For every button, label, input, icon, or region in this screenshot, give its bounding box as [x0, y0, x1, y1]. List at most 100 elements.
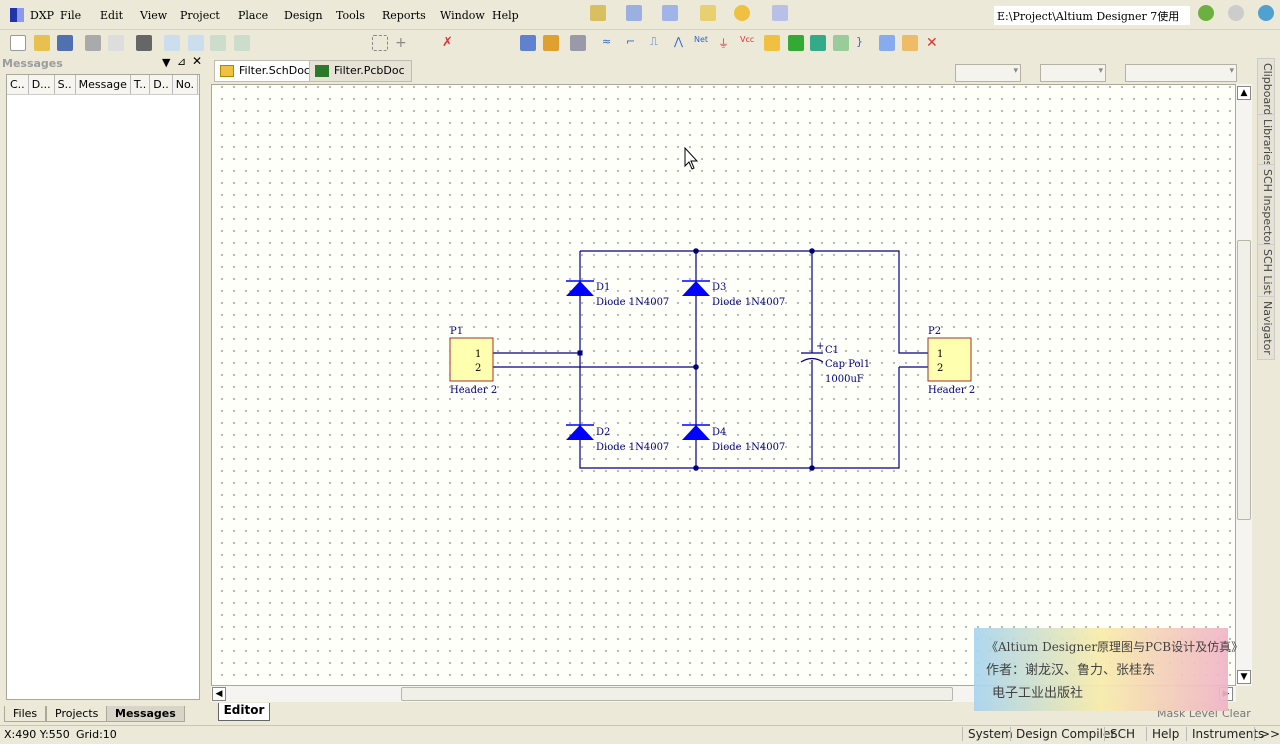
- netlabel-icon[interactable]: Net: [694, 35, 710, 51]
- close-icon[interactable]: ✕: [192, 54, 202, 68]
- menu-reports[interactable]: Reports: [382, 9, 426, 22]
- panel-menu-icon[interactable]: ▼: [162, 56, 170, 69]
- tab-libraries[interactable]: Libraries: [1257, 114, 1275, 172]
- diode-d1[interactable]: [566, 280, 594, 296]
- sheet-entry-icon[interactable]: [810, 35, 826, 51]
- part-icon[interactable]: [764, 35, 780, 51]
- header-p1[interactable]: [449, 337, 494, 382]
- status-sch[interactable]: SCH: [1104, 727, 1140, 741]
- tab-navigator[interactable]: Navigator: [1257, 296, 1275, 360]
- port-icon[interactable]: [734, 5, 750, 21]
- tab-editor[interactable]: Editor: [218, 703, 270, 721]
- browse-icon[interactable]: [570, 35, 586, 51]
- tab-filter-schdoc[interactable]: Filter.SchDoc: [214, 60, 317, 82]
- column-time[interactable]: T..: [131, 75, 151, 94]
- menu-edit[interactable]: Edit: [100, 9, 123, 22]
- diode-d2[interactable]: [566, 424, 594, 440]
- watermark-publisher: 电子工业出版社: [992, 686, 1084, 701]
- status-help[interactable]: Help: [1146, 727, 1184, 741]
- select-icon[interactable]: [372, 35, 388, 51]
- column-class[interactable]: C..: [7, 75, 29, 94]
- menu-design[interactable]: Design: [284, 9, 323, 22]
- menu-dxp[interactable]: DXP: [30, 9, 54, 22]
- move-icon[interactable]: +: [395, 35, 411, 51]
- print-preview-icon[interactable]: [108, 35, 124, 51]
- wire-icon[interactable]: ≈: [602, 35, 618, 51]
- filter-combo-2[interactable]: [1040, 64, 1106, 82]
- header-p2[interactable]: [927, 337, 972, 382]
- tab-sch-inspector[interactable]: SCH Inspector: [1257, 164, 1275, 252]
- menu-view[interactable]: View: [140, 9, 167, 22]
- cursor-coordinates: X:490 Y:550: [4, 728, 70, 741]
- filter-combo-3[interactable]: [1125, 64, 1237, 82]
- print-icon[interactable]: [85, 35, 101, 51]
- net-label-icon[interactable]: ⋀: [674, 35, 690, 51]
- tab-sch-list[interactable]: SCH List: [1257, 244, 1275, 300]
- menu-help[interactable]: Help: [492, 9, 519, 22]
- deselect-icon[interactable]: ✗: [442, 35, 458, 51]
- gnd-port-icon[interactable]: ⏚: [718, 35, 734, 51]
- bus-entry-icon[interactable]: ⎍: [650, 35, 666, 51]
- bus-tool-icon[interactable]: [626, 5, 642, 21]
- new-icon[interactable]: [10, 35, 26, 51]
- diode-d4[interactable]: [682, 424, 710, 440]
- menu-window[interactable]: Window: [440, 9, 485, 22]
- column-no[interactable]: No.: [173, 75, 199, 94]
- vertical-scroll-thumb[interactable]: [1237, 240, 1251, 520]
- status-more[interactable]: >>: [1254, 727, 1280, 741]
- harness-icon[interactable]: }: [856, 35, 872, 51]
- menu-file[interactable]: File: [60, 9, 81, 22]
- c1-capacitance: 1000uF: [825, 374, 864, 385]
- tab-clipboard[interactable]: Clipboard: [1257, 58, 1275, 121]
- zoom-filter-icon[interactable]: [234, 35, 250, 51]
- tab-filter-pcbdoc[interactable]: Filter.PcbDoc: [309, 60, 412, 82]
- save-icon[interactable]: [57, 35, 73, 51]
- schematic-canvas[interactable]: P1 1 2 Header 2 P2 1 2 Header 2 D1 Diode…: [211, 84, 1236, 686]
- dxp-logo-icon[interactable]: [10, 8, 24, 22]
- hierarchy-icon[interactable]: [520, 35, 536, 51]
- grid-icon[interactable]: [772, 5, 788, 21]
- ground-icon[interactable]: [662, 5, 678, 21]
- zoom-area-icon[interactable]: [188, 35, 204, 51]
- column-document[interactable]: D...: [29, 75, 55, 94]
- diode-d3[interactable]: [682, 280, 710, 296]
- compile-icon[interactable]: [543, 35, 559, 51]
- scroll-up-icon[interactable]: ▲: [1237, 86, 1251, 100]
- vcc-port-icon[interactable]: Vcc: [740, 35, 756, 51]
- back-icon[interactable]: [1198, 5, 1214, 21]
- layers-icon[interactable]: [136, 35, 152, 51]
- no-erc-icon[interactable]: ✕: [926, 35, 942, 51]
- menu-project[interactable]: Project: [180, 9, 220, 22]
- zoom-selected-icon[interactable]: [210, 35, 226, 51]
- tab-label: Filter.SchDoc: [239, 64, 310, 77]
- project-path-dropdown[interactable]: E:\Project\Altium Designer 7使用: [994, 6, 1190, 25]
- horizontal-scroll-thumb[interactable]: [401, 687, 953, 701]
- tab-projects[interactable]: Projects: [46, 706, 108, 722]
- filter-combo-1[interactable]: [955, 64, 1021, 82]
- column-source[interactable]: S..: [55, 75, 76, 94]
- scroll-left-icon[interactable]: ◀: [212, 687, 226, 701]
- pin-icon[interactable]: ⊿: [177, 55, 186, 68]
- sheet-symbol-icon[interactable]: [788, 35, 804, 51]
- wiring-tool-icon[interactable]: [590, 5, 606, 21]
- tab-messages[interactable]: Messages: [106, 706, 185, 722]
- column-date[interactable]: D..: [150, 75, 173, 94]
- harness-entry-icon[interactable]: [879, 35, 895, 51]
- d2-ref: D2: [596, 427, 610, 438]
- device-sheet-icon[interactable]: [833, 35, 849, 51]
- column-message[interactable]: Message: [76, 75, 131, 94]
- menu-tools[interactable]: Tools: [336, 9, 365, 22]
- zoom-fit-icon[interactable]: [164, 35, 180, 51]
- bus-icon[interactable]: ⌐: [626, 35, 642, 51]
- vertical-scrollbar[interactable]: ▲ ▼: [1236, 84, 1252, 686]
- scroll-down-icon[interactable]: ▼: [1237, 670, 1251, 684]
- forward-icon[interactable]: [1228, 5, 1244, 21]
- port-place-icon[interactable]: [902, 35, 918, 51]
- home-icon[interactable]: [1258, 5, 1274, 21]
- tab-files[interactable]: Files: [4, 706, 47, 722]
- open-icon[interactable]: [34, 35, 50, 51]
- menu-place[interactable]: Place: [238, 9, 268, 22]
- pcb-doc-icon: [315, 65, 329, 77]
- component-icon[interactable]: [700, 5, 716, 21]
- messages-list[interactable]: C.. D... S.. Message T.. D.. No.: [6, 74, 200, 700]
